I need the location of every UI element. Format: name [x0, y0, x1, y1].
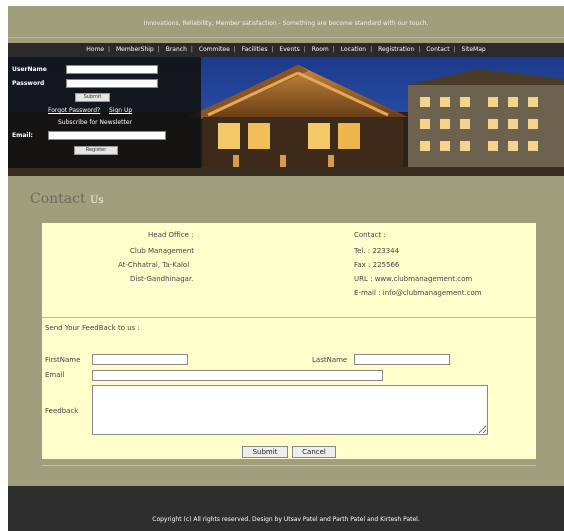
register-button[interactable]: Register: [74, 146, 118, 155]
head-office-heading: Head Office :: [148, 231, 194, 239]
newsletter-email-input[interactable]: [48, 131, 166, 140]
page-title-main: Contact: [30, 191, 86, 207]
lastname-label: LastName: [312, 356, 348, 364]
contact-tel: Tel. : 223344: [354, 247, 400, 255]
nav-item-room[interactable]: Room: [310, 46, 331, 53]
feedback-cancel-button[interactable]: Cancel: [292, 446, 336, 458]
nav-item-events[interactable]: Events: [277, 46, 301, 53]
username-input[interactable]: [66, 65, 158, 74]
copyright-text: Copyright (c) All rights reserved. Desig…: [152, 516, 420, 523]
nav-item-home[interactable]: Home: [84, 46, 106, 53]
header-tagline: Innovations, Reliability, Member satisfa…: [143, 20, 429, 27]
login-panel: UserName Password Submit Forgot Password…: [8, 57, 201, 168]
nav-item-facilities[interactable]: Facilities: [240, 46, 270, 53]
footer: Copyright (c) All rights reserved. Desig…: [8, 486, 564, 531]
page-container: Innovations, Reliability, Member satisfa…: [8, 6, 564, 531]
login-submit-button[interactable]: Submit: [75, 93, 110, 102]
lastname-input[interactable]: [354, 354, 450, 365]
contact-url: URL : www.clubmanagement.com: [354, 275, 473, 283]
nav-item-contact[interactable]: Contact: [424, 46, 451, 53]
feedback-textarea[interactable]: [92, 385, 488, 435]
contact-fax: Fax : 225566: [354, 261, 400, 269]
section-divider: [42, 317, 536, 318]
firstname-input[interactable]: [92, 354, 188, 365]
nav-item-location[interactable]: Location: [339, 46, 368, 53]
forgot-password-link[interactable]: Forgot Password?: [48, 107, 100, 114]
contact-content: Head Office : Club Management At-Chhatra…: [42, 223, 536, 459]
email-input[interactable]: [92, 370, 383, 381]
newsletter-email-label: Email:: [12, 132, 33, 139]
password-label: Password: [12, 80, 45, 87]
sign-up-link[interactable]: Sign Up: [109, 107, 132, 114]
page-title: Contact Us: [30, 191, 104, 207]
contact-heading: Contact :: [354, 231, 386, 239]
email-label: Email: [45, 371, 65, 379]
password-input[interactable]: [66, 79, 158, 88]
nav-item-branch[interactable]: Branch: [164, 46, 189, 53]
feedback-submit-button[interactable]: Submit: [242, 446, 288, 458]
contact-email: E-mail : info@clubmanagement.com: [354, 289, 482, 297]
feedback-label: Feedback: [45, 407, 79, 415]
firstname-label: FirstName: [45, 356, 81, 364]
content-bottom-divider: [42, 465, 536, 466]
nav-item-membership[interactable]: MemberShip: [114, 46, 156, 53]
head-office-line2: At-Chhatral, Ta-Kalol: [118, 261, 190, 269]
page-title-suffix: Us: [90, 195, 104, 206]
head-office-line3: Dist-Gandhinagar.: [130, 275, 194, 283]
nav-item-sitemap[interactable]: SiteMap: [460, 46, 488, 53]
head-office-line1: Club Management: [130, 247, 195, 255]
header-band: Innovations, Reliability, Member satisfa…: [8, 6, 564, 38]
username-label: UserName: [12, 66, 47, 73]
newsletter-label: Subscribe for Newsletter: [58, 119, 132, 126]
main-nav: Home | MemberShip | Branch | Commitee | Faci…: [8, 43, 564, 57]
nav-item-registration[interactable]: Registration: [376, 46, 416, 53]
nav-item-commitee[interactable]: Commitee: [197, 46, 232, 53]
feedback-heading: Send Your FeedBack to us :: [45, 324, 140, 332]
